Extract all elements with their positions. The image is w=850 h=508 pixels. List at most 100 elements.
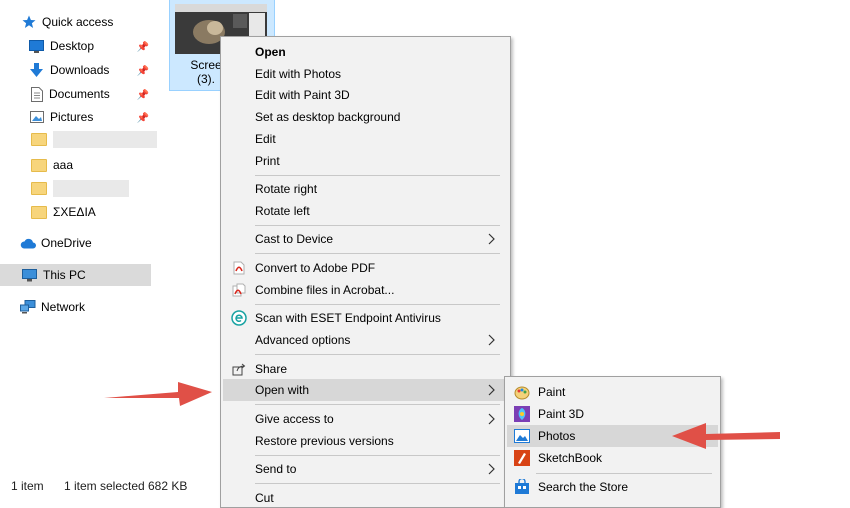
menu-separator bbox=[255, 483, 500, 484]
menu-separator bbox=[255, 253, 500, 254]
context-menu: Open Edit with Photos Edit with Paint 3D… bbox=[220, 36, 511, 508]
menu-separator bbox=[255, 455, 500, 456]
submenu-photos-label: Photos bbox=[538, 429, 576, 443]
pin-icon[interactable]: 📌 bbox=[137, 111, 149, 125]
submenu-search-store[interactable]: Search the Store bbox=[507, 476, 718, 498]
menu-share-label: Share bbox=[255, 362, 288, 376]
nav-quick-access[interactable]: Quick access bbox=[22, 11, 113, 33]
submenu-search-store-label: Search the Store bbox=[538, 480, 629, 494]
folder-icon bbox=[31, 132, 47, 146]
annotation-arrow-open-with bbox=[104, 382, 212, 406]
pin-icon[interactable]: 📌 bbox=[137, 88, 149, 102]
menu-give-access-to[interactable]: Give access to bbox=[223, 408, 508, 430]
menu-rotate-right[interactable]: Rotate right bbox=[223, 178, 508, 200]
nav-downloads[interactable]: Downloads bbox=[29, 59, 109, 81]
menu-edit-label: Edit bbox=[255, 132, 276, 146]
annotation-arrow-photos bbox=[672, 423, 780, 449]
eset-icon bbox=[231, 310, 247, 326]
status-selected-count: 1 item selected bbox=[64, 479, 145, 493]
chevron-right-icon bbox=[488, 384, 495, 396]
paint3d-icon bbox=[514, 406, 530, 422]
menu-cut[interactable]: Cut bbox=[223, 487, 508, 507]
nav-folder-redacted-1[interactable] bbox=[31, 128, 157, 150]
menu-scan-eset[interactable]: Scan with ESET Endpoint Antivirus bbox=[223, 307, 508, 329]
status-item-count: 1 item bbox=[11, 479, 44, 493]
menu-open[interactable]: Open bbox=[223, 41, 508, 63]
nav-folder-redacted-2[interactable] bbox=[31, 177, 129, 199]
menu-separator bbox=[255, 225, 500, 226]
menu-print[interactable]: Print bbox=[223, 150, 508, 172]
pdf-icon bbox=[233, 261, 245, 275]
redacted-folder-name bbox=[53, 179, 129, 197]
nav-downloads-label: Downloads bbox=[50, 63, 110, 77]
menu-edit-with-paint3d[interactable]: Edit with Paint 3D bbox=[223, 84, 508, 106]
nav-desktop[interactable]: Desktop bbox=[29, 35, 94, 57]
menu-advanced-options-label: Advanced options bbox=[255, 333, 351, 347]
menu-share[interactable]: Share bbox=[223, 358, 508, 380]
document-icon bbox=[31, 86, 43, 102]
photos-icon bbox=[514, 429, 530, 443]
menu-convert-to-adobe-pdf[interactable]: Convert to Adobe PDF bbox=[223, 257, 508, 279]
menu-rotate-left[interactable]: Rotate left bbox=[223, 200, 508, 222]
pin-icon[interactable]: 📌 bbox=[137, 40, 149, 54]
menu-separator bbox=[255, 304, 500, 305]
nav-folder-aaa[interactable]: aaa bbox=[31, 154, 73, 176]
nav-onedrive[interactable]: OneDrive bbox=[20, 232, 92, 254]
menu-combine-files-acrobat[interactable]: Combine files in Acrobat... bbox=[223, 279, 508, 301]
submenu-separator bbox=[536, 473, 712, 474]
chevron-right-icon bbox=[488, 334, 495, 346]
chevron-right-icon bbox=[488, 463, 495, 475]
nav-pictures-label: Pictures bbox=[50, 110, 94, 124]
chevron-right-icon bbox=[488, 413, 495, 425]
menu-send-to[interactable]: Send to bbox=[223, 458, 508, 480]
menu-open-label: Open bbox=[255, 45, 286, 59]
nav-folder-sxedia[interactable]: ΣΧΕΔΙΑ bbox=[31, 201, 96, 223]
nav-this-pc[interactable]: This PC bbox=[0, 264, 151, 286]
menu-separator bbox=[255, 175, 500, 176]
share-icon bbox=[232, 363, 246, 376]
submenu-sketchbook-label: SketchBook bbox=[538, 451, 603, 465]
nav-pictures[interactable]: Pictures bbox=[30, 106, 93, 128]
menu-restore-previous-versions-label: Restore previous versions bbox=[255, 434, 394, 448]
menu-edit[interactable]: Edit bbox=[223, 128, 508, 150]
submenu-paint-label: Paint bbox=[538, 385, 566, 399]
menu-cast-to-device-label: Cast to Device bbox=[255, 232, 334, 246]
menu-edit-with-photos-label: Edit with Photos bbox=[255, 67, 342, 81]
menu-combine-files-acrobat-label: Combine files in Acrobat... bbox=[255, 283, 395, 297]
nav-documents[interactable]: Documents bbox=[31, 83, 110, 105]
menu-edit-with-paint3d-label: Edit with Paint 3D bbox=[255, 88, 350, 102]
menu-advanced-options[interactable]: Advanced options bbox=[223, 329, 508, 351]
submenu-paint[interactable]: Paint bbox=[507, 381, 718, 403]
folder-icon bbox=[31, 181, 47, 195]
menu-separator bbox=[255, 404, 500, 405]
network-icon bbox=[20, 300, 36, 314]
nav-documents-label: Documents bbox=[49, 87, 110, 101]
acrobat-combine-icon bbox=[232, 283, 246, 297]
menu-convert-to-adobe-pdf-label: Convert to Adobe PDF bbox=[255, 261, 376, 275]
menu-separator bbox=[255, 354, 500, 355]
folder-icon bbox=[31, 205, 47, 219]
nav-network-label: Network bbox=[41, 300, 86, 314]
redacted-folder-name bbox=[53, 130, 157, 148]
cloud-icon bbox=[20, 238, 36, 248]
star-icon bbox=[22, 15, 36, 28]
pictures-icon bbox=[30, 111, 44, 123]
pin-icon[interactable]: 📌 bbox=[137, 64, 149, 78]
menu-rotate-right-label: Rotate right bbox=[255, 182, 318, 196]
menu-restore-previous-versions[interactable]: Restore previous versions bbox=[223, 430, 508, 452]
store-icon bbox=[515, 479, 529, 494]
menu-scan-eset-label: Scan with ESET Endpoint Antivirus bbox=[255, 311, 441, 325]
sketchbook-icon bbox=[514, 450, 530, 466]
menu-set-desktop-background[interactable]: Set as desktop background bbox=[223, 106, 508, 128]
menu-cast-to-device[interactable]: Cast to Device bbox=[223, 228, 508, 250]
menu-set-desktop-background-label: Set as desktop background bbox=[255, 110, 401, 124]
status-bar: 1 item 1 item selected 682 KB bbox=[0, 476, 230, 496]
menu-edit-with-photos[interactable]: Edit with Photos bbox=[223, 63, 508, 85]
menu-send-to-label: Send to bbox=[255, 462, 297, 476]
nav-network[interactable]: Network bbox=[20, 296, 85, 318]
menu-rotate-left-label: Rotate left bbox=[255, 204, 310, 218]
menu-open-with-label: Open with bbox=[255, 383, 310, 397]
folder-icon bbox=[31, 158, 47, 172]
nav-folder-sxedia-label: ΣΧΕΔΙΑ bbox=[53, 205, 96, 219]
menu-open-with[interactable]: Open with bbox=[223, 379, 508, 401]
